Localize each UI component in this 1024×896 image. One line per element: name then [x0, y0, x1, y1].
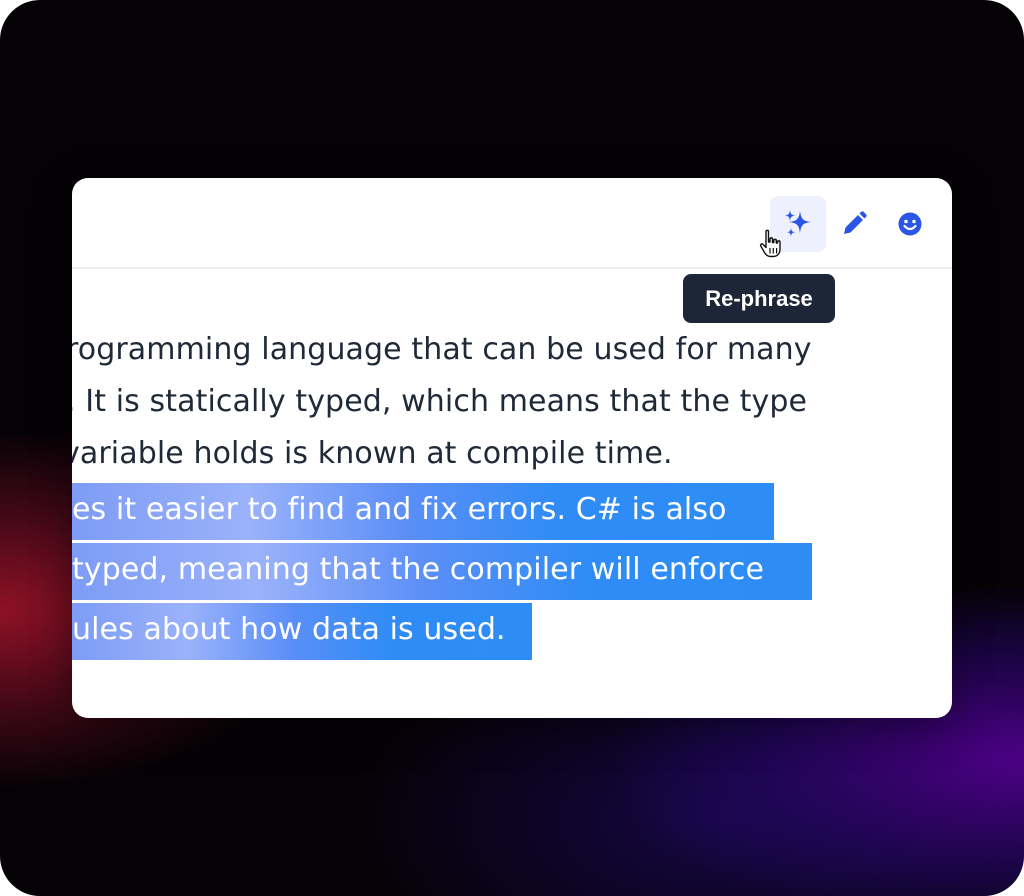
text-line: variable holds is known at compile time. [72, 436, 673, 471]
selected-text-line: es it easier to find and fix errors. C# … [72, 492, 727, 527]
editor-card: Re-phrase rogramming language that can b… [72, 178, 952, 718]
text-line: . It is statically typed, which means th… [72, 384, 808, 419]
edit-button[interactable] [826, 196, 882, 252]
hand-cursor-icon [759, 229, 781, 258]
text-line: rogramming language that can be used for… [72, 332, 812, 367]
smiley-icon [898, 212, 922, 236]
selected-text-line: ules about how data is used. [72, 612, 506, 647]
editor-toolbar [72, 178, 952, 269]
rephrase-tooltip: Re-phrase [683, 274, 835, 323]
background-frame: Re-phrase rogramming language that can b… [0, 0, 1024, 896]
emoji-button[interactable] [882, 196, 938, 252]
editor-content[interactable]: rogramming language that can be used for… [72, 328, 952, 688]
selected-text-line: typed, meaning that the compiler will en… [72, 552, 765, 587]
sparkles-icon [785, 210, 811, 237]
pencil-icon [844, 211, 867, 234]
